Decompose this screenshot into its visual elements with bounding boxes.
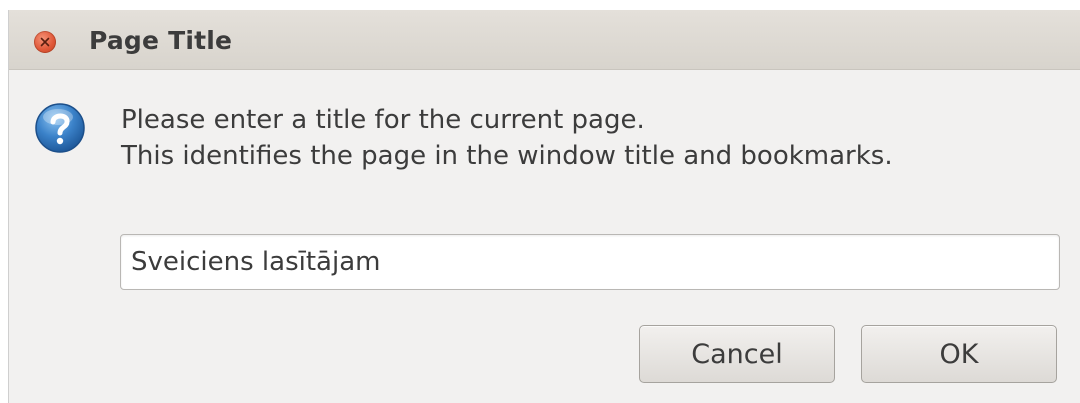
question-icon	[35, 103, 85, 153]
title-bar[interactable]: Page Title	[9, 10, 1080, 70]
cancel-button[interactable]: Cancel	[639, 325, 835, 383]
ok-button[interactable]: OK	[861, 325, 1057, 383]
page-title-input[interactable]	[120, 234, 1060, 290]
message-line-2: This identifies the page in the window t…	[121, 141, 893, 171]
page-title-dialog: Page Title Please enter a title for the …	[8, 10, 1080, 403]
message-line-1: Please enter a title for the current pag…	[121, 105, 645, 135]
close-icon	[40, 37, 50, 47]
dialog-message: Please enter a title for the current pag…	[121, 102, 893, 174]
close-button[interactable]	[34, 31, 56, 53]
window-title: Page Title	[89, 26, 233, 55]
